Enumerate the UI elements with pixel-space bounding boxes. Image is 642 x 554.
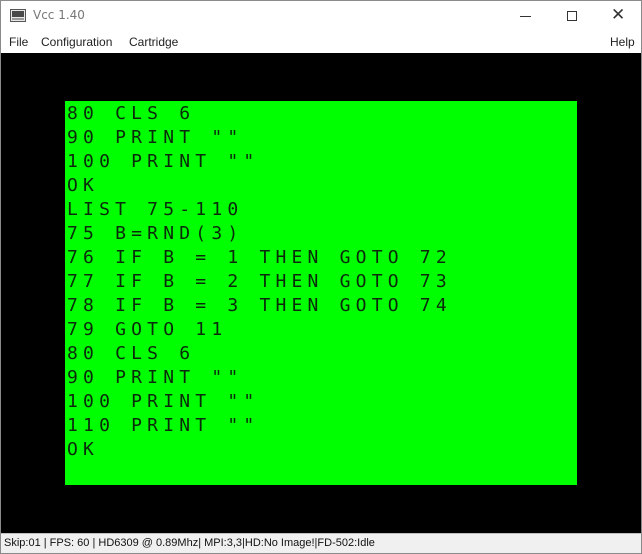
close-icon: ✕ [611, 5, 626, 25]
status-text: Skip:01 | FPS: 60 | HD6309 @ 0.89Mhz| MP… [4, 537, 375, 549]
maximize-button[interactable] [549, 1, 595, 31]
screen-line: 90 PRINT "" [67, 367, 244, 388]
menu-configuration[interactable]: Configuration [41, 35, 112, 49]
menu-file[interactable]: File [9, 35, 28, 49]
screen-line: 80 CLS 6 [67, 103, 196, 124]
screen-line: LIST 75-110 [67, 199, 244, 220]
menu-bar: File Configuration Cartridge Help [1, 31, 641, 53]
screen-line: 90 PRINT "" [67, 127, 244, 148]
menu-help[interactable]: Help [610, 35, 635, 49]
emulator-display[interactable]: 80 CLS 6 90 PRINT "" 100 PRINT "" OK LIS… [1, 53, 641, 533]
screen-line: OK [67, 439, 100, 460]
window-title: Vcc 1.40 [33, 8, 85, 22]
screen-line: 75 B=RND(3) [67, 223, 244, 244]
screen-line: 76 IF B = 1 THEN GOTO 72 [67, 247, 452, 268]
minimize-button[interactable] [503, 1, 549, 31]
screen-line: 79 GOTO 11 [67, 319, 228, 340]
screen-text: 80 CLS 6 90 PRINT "" 100 PRINT "" OK LIS… [67, 102, 452, 462]
crt-screen[interactable]: 80 CLS 6 90 PRINT "" 100 PRINT "" OK LIS… [65, 101, 577, 485]
close-button[interactable]: ✕ [595, 1, 641, 31]
app-window: Vcc 1.40 ✕ File Configuration Cartridge … [0, 0, 642, 554]
screen-line: 100 PRINT "" [67, 151, 260, 172]
screen-line: 77 IF B = 2 THEN GOTO 73 [67, 271, 452, 292]
screen-line: 80 CLS 6 [67, 343, 196, 364]
status-bar: Skip:01 | FPS: 60 | HD6309 @ 0.89Mhz| MP… [1, 533, 641, 553]
screen-line: 100 PRINT "" [67, 391, 260, 412]
maximize-icon [567, 11, 577, 21]
screen-line: OK [67, 175, 100, 196]
minimize-icon [520, 16, 531, 17]
computer-icon[interactable] [10, 9, 26, 22]
screen-line: 110 PRINT "" [67, 415, 260, 436]
menu-cartridge[interactable]: Cartridge [129, 35, 178, 49]
title-bar[interactable]: Vcc 1.40 ✕ [1, 1, 641, 31]
screen-line: 78 IF B = 3 THEN GOTO 74 [67, 295, 452, 316]
